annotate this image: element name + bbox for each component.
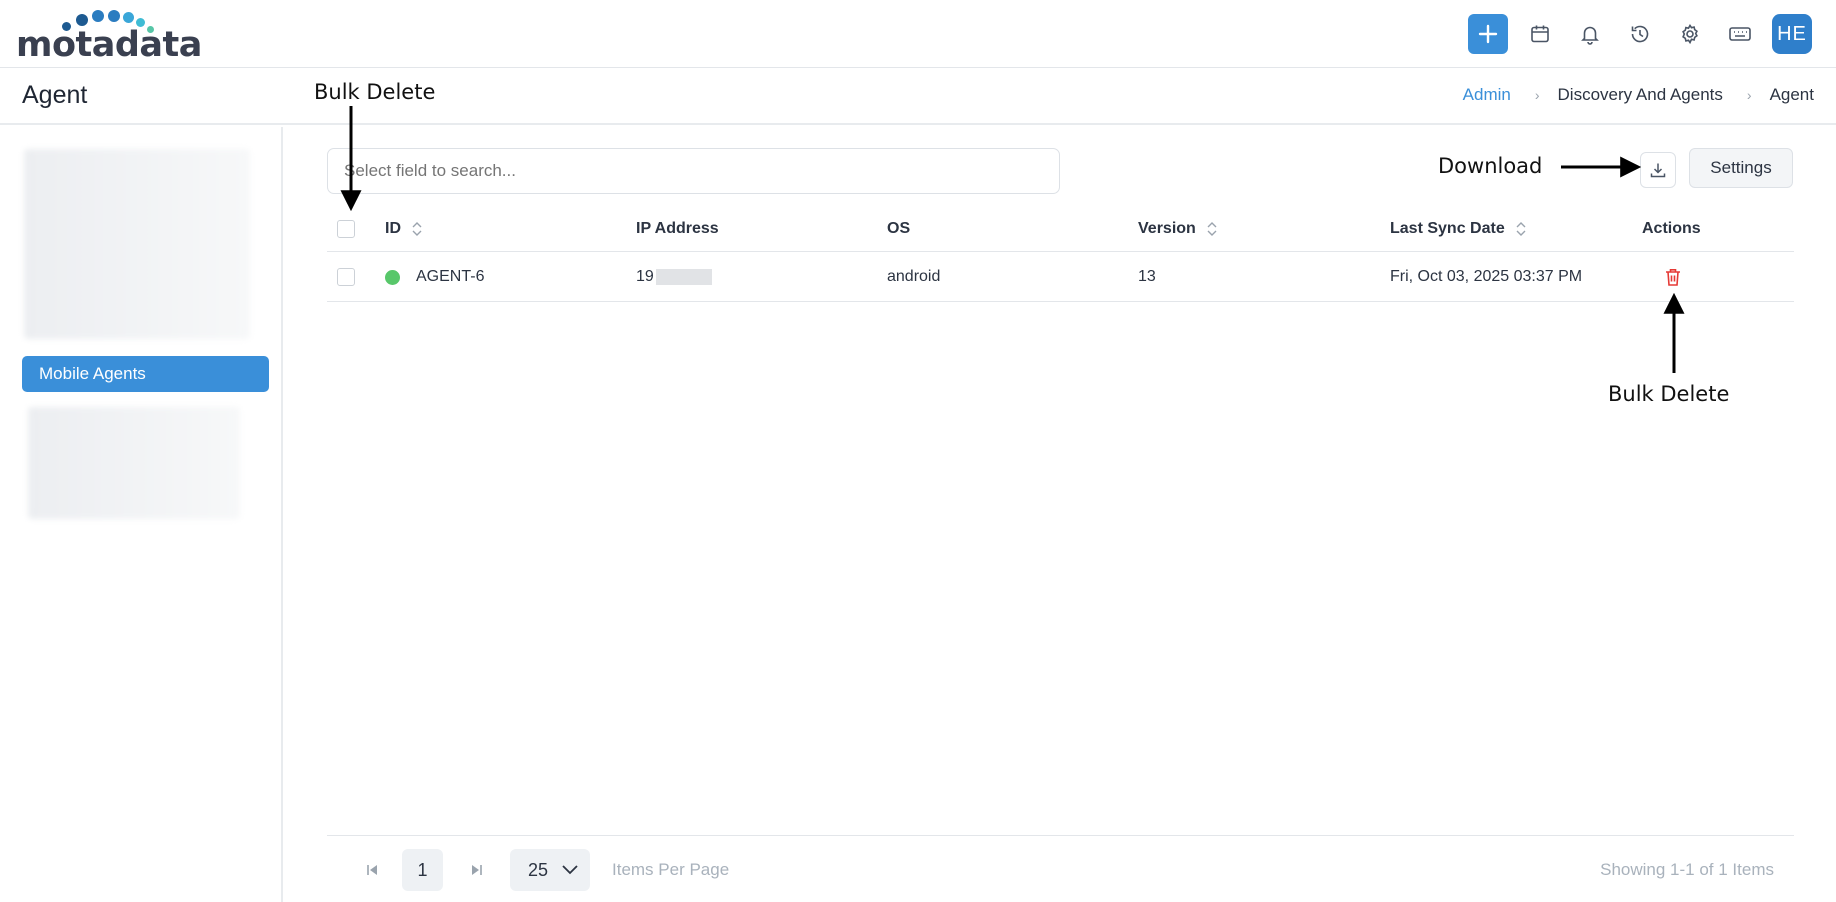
- sort-icon: [1516, 221, 1526, 236]
- page-title: Agent: [22, 81, 88, 109]
- ip-address: 19: [636, 268, 654, 285]
- column-header-os: OS: [887, 206, 910, 251]
- sidebar-item-mobile-agents[interactable]: Mobile Agents: [22, 356, 269, 392]
- column-label: Actions: [1642, 219, 1701, 237]
- history-button[interactable]: [1622, 16, 1658, 52]
- top-bar: motadata HE: [0, 0, 1836, 68]
- per-page-value: 25: [528, 859, 549, 880]
- annotation-bulk-delete-bottom: Bulk Delete: [1608, 382, 1730, 406]
- plus-icon: [1478, 24, 1498, 44]
- column-header-last-sync-date[interactable]: Last Sync Date: [1390, 206, 1527, 251]
- first-page-icon: [367, 865, 377, 875]
- table-row[interactable]: AGENT-6 19 android 13 Fri, Oct 03, 2025 …: [327, 253, 1794, 302]
- column-header-actions: Actions: [1642, 206, 1701, 251]
- gear-icon: [1682, 23, 1698, 45]
- trash-icon: [1666, 269, 1680, 286]
- sidebar-redacted-items-top: [24, 149, 250, 339]
- last-sync-date: Fri, Oct 03, 2025 03:37 PM: [1390, 268, 1583, 285]
- select-all-checkbox[interactable]: [337, 219, 355, 238]
- keyboard-button[interactable]: [1722, 16, 1758, 52]
- items-per-page-label: Items Per Page: [612, 860, 730, 879]
- page-header: Agent Admin › Discovery And Agents › Age…: [0, 69, 1836, 125]
- chevron-down-icon: [562, 865, 578, 875]
- table-header: ID IP Address OS Version Last Sync Date …: [327, 206, 1794, 252]
- column-label: ID: [385, 219, 401, 237]
- history-icon: [1631, 25, 1649, 43]
- user-avatar[interactable]: HE: [1772, 14, 1812, 54]
- settings-button[interactable]: Settings: [1689, 148, 1793, 188]
- pagination-footer: 1 25 Items Per Page Showing 1-1 of 1 Ite…: [327, 835, 1794, 902]
- chevron-right-icon: ›: [1746, 87, 1752, 103]
- column-header-id[interactable]: ID: [385, 206, 423, 251]
- calendar-button[interactable]: [1522, 16, 1558, 52]
- os-value: android: [887, 268, 941, 285]
- column-label: Version: [1138, 219, 1196, 237]
- download-icon: [1650, 163, 1666, 178]
- status-online-indicator: [385, 269, 400, 285]
- column-label: Last Sync Date: [1390, 219, 1505, 237]
- keyboard-icon: [1729, 27, 1751, 41]
- showing-count: Showing 1-1 of 1 Items: [1600, 860, 1774, 879]
- column-label: OS: [887, 219, 911, 237]
- agent-id[interactable]: AGENT-6: [416, 268, 484, 286]
- row-checkbox[interactable]: [337, 268, 355, 286]
- add-button[interactable]: [1468, 14, 1508, 54]
- column-label: IP Address: [636, 219, 719, 237]
- calendar-icon: [1531, 25, 1549, 43]
- sidebar-redacted-items-bottom: [28, 407, 240, 519]
- column-header-ip-address: IP Address: [636, 206, 719, 251]
- annotation-bulk-delete-top: Bulk Delete: [314, 80, 436, 104]
- bell-icon: [1581, 26, 1599, 45]
- delete-button[interactable]: [1664, 253, 1682, 301]
- version-value: 13: [1138, 268, 1156, 285]
- items-per-page-select[interactable]: 25: [510, 849, 590, 891]
- last-page-button[interactable]: [462, 849, 492, 891]
- last-page-icon: [472, 865, 482, 875]
- search-input[interactable]: [327, 148, 1060, 194]
- page-number-button[interactable]: 1: [402, 849, 443, 891]
- breadcrumb-discovery-and-agents[interactable]: Discovery And Agents: [1558, 85, 1723, 105]
- settings-gear-button[interactable]: [1672, 16, 1708, 52]
- breadcrumb-agent: Agent: [1769, 85, 1814, 104]
- breadcrumb-admin[interactable]: Admin: [1463, 85, 1511, 105]
- download-button[interactable]: [1640, 152, 1676, 188]
- logo-text: motadata: [16, 25, 202, 65]
- annotation-download: Download: [1438, 154, 1543, 178]
- motadata-logo[interactable]: motadata: [16, 8, 202, 65]
- redacted-ip-mask: [655, 269, 712, 285]
- chevron-right-icon: ›: [1534, 87, 1540, 103]
- sort-icon: [1207, 221, 1217, 236]
- first-page-button[interactable]: [357, 849, 387, 891]
- sort-icon: [412, 221, 422, 236]
- sidebar: Mobile Agents: [0, 127, 283, 902]
- column-header-version[interactable]: Version: [1138, 206, 1218, 251]
- notifications-button[interactable]: [1572, 16, 1608, 52]
- breadcrumb: Admin › Discovery And Agents › Agent: [1463, 85, 1814, 105]
